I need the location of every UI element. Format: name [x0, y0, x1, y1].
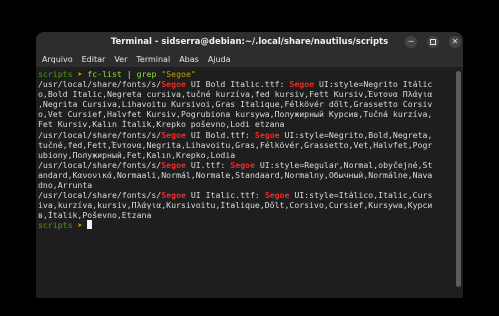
- menu-ver[interactable]: Ver: [111, 52, 133, 67]
- grep-match: Segoe: [161, 190, 186, 201]
- prompt-arrow-icon: ➤: [77, 220, 83, 231]
- grep-match: Segoe: [161, 129, 186, 140]
- grep-match: Segoe: [254, 129, 280, 140]
- output-text: o,Bold Italic,Negreta cursiva,tučné kurz…: [38, 89, 433, 100]
- output-line: ,Negrita Cursiva,Lihavoitu Kursivoi,Gras…: [38, 99, 451, 109]
- output-line: iva,kurzíva,kursiv,Πλάγια,Kursivoitu,Ita…: [38, 200, 451, 210]
- output-line: dno,Arrunta: [38, 180, 451, 190]
- grep-match: Segoe: [161, 159, 186, 170]
- output-line: o,Bold Italic,Negreta cursiva,tučné kurz…: [38, 89, 451, 99]
- output-text: tučné,fed,Fett,Έντονα,Negrita,Lihavoitu,…: [38, 139, 433, 150]
- output-text: в,İtalik,Poševno,Etzana: [38, 210, 152, 221]
- output-text: UI Bold Italic.ttf:: [185, 79, 290, 90]
- grep-match: Segoe: [289, 79, 315, 90]
- text-cursor: [87, 220, 93, 230]
- scrollbar[interactable]: [456, 71, 461, 287]
- output-line: /usr/local/share/fonts/s/Segoe UI Bold I…: [38, 79, 451, 89]
- maximize-button[interactable]: [427, 36, 439, 48]
- menu-arquivo[interactable]: Arquivo: [39, 52, 79, 67]
- output-line: /usr/local/share/fonts/s/Segoe UI Bold.t…: [38, 130, 451, 140]
- menu-abas[interactable]: Abas: [176, 52, 205, 67]
- output-text: /usr/local/share/fonts/s/: [38, 79, 162, 90]
- close-button[interactable]: ✕: [449, 36, 461, 48]
- command-pipe: |: [126, 69, 132, 79]
- grep-match: Segoe: [161, 79, 186, 90]
- output-text: UI:style=Negrito,Bold,Negreta,: [279, 129, 433, 140]
- prompt-directory: scripts: [38, 220, 73, 231]
- grep-match: Segoe: [264, 190, 290, 201]
- output-line: tučné,fed,Fett,Έντονα,Negrita,Lihavoitu,…: [38, 140, 451, 150]
- output-line: в,İtalik,Poševno,Etzana: [38, 210, 451, 220]
- maximize-icon: [430, 39, 436, 45]
- command-grep: grep: [136, 69, 157, 79]
- title-bar[interactable]: Terminal - sidserra@debian:~/.local/shar…: [36, 32, 463, 52]
- output-text: Fet Kursiv,Kalın İtalik,Krepko poševno,L…: [38, 119, 285, 130]
- output-text: UI:style=Negrito Itálic: [314, 79, 433, 90]
- close-icon: ✕: [451, 37, 459, 46]
- output-text: UI Bold.ttf:: [185, 129, 255, 140]
- terminal-window: Terminal - sidserra@debian:~/.local/shar…: [36, 32, 463, 298]
- menu-terminal[interactable]: Terminal: [133, 52, 176, 67]
- output-line: o,Vet Cursief,Halvfet Kursiv,Pogrubiona …: [38, 109, 451, 119]
- scrollbar-thumb[interactable]: [456, 71, 461, 287]
- window-title: Terminal - sidserra@debian:~/.local/shar…: [110, 37, 389, 47]
- output-line: andard,Κανονικά,Normaali,Normál,Normale,…: [38, 170, 451, 180]
- menu-editar[interactable]: Editar: [79, 52, 112, 67]
- output-text: andard,Κανονικά,Normaali,Normál,Normale,…: [38, 169, 433, 180]
- command-fc-list: fc-list: [87, 69, 122, 79]
- output-text: /usr/local/share/fonts/s/: [38, 159, 162, 170]
- output-text: iva,kurzíva,kursiv,Πλάγια,Kursivoitu,Ita…: [38, 200, 433, 211]
- output-text: UI:style=Itálico,Italic,Curs: [289, 190, 433, 201]
- output-text: ,Negrita Cursiva,Lihavoitu Kursivoi,Gras…: [38, 99, 433, 110]
- output-line: /usr/local/share/fonts/s/Segoe UI Italic…: [38, 190, 451, 200]
- output-text: UI:style=Regular,Normal,obyčejné,St: [254, 159, 433, 170]
- terminal-output[interactable]: scripts ➤ fc-list | grep "Segoe" /usr/lo…: [36, 67, 463, 298]
- output-text: dno,Arrunta: [38, 180, 93, 191]
- output-text: ubiony,Полужирный,Fet,Kalın,Krepko,Lodia: [38, 149, 236, 160]
- minimize-button[interactable]: ─: [405, 36, 417, 48]
- output-text: /usr/local/share/fonts/s/: [38, 129, 162, 140]
- command-line: scripts ➤ fc-list | grep "Segoe": [38, 69, 451, 79]
- output-text: /usr/local/share/fonts/s/: [38, 190, 162, 201]
- command-argument: "Segoe": [161, 69, 196, 79]
- prompt-arrow-icon: ➤: [77, 69, 83, 79]
- output-text: UI.ttf:: [185, 159, 231, 170]
- grep-match: Segoe: [230, 159, 255, 170]
- output-text: o,Vet Cursief,Halvfet Kursiv,Pogrubiona …: [38, 109, 433, 120]
- output-block: /usr/local/share/fonts/s/Segoe UI Bold I…: [38, 79, 451, 220]
- output-text: UI Italic.ttf:: [185, 190, 265, 201]
- prompt-directory: scripts: [38, 69, 73, 79]
- output-line: Fet Kursiv,Kalın İtalik,Krepko poševno,L…: [38, 119, 451, 129]
- output-line: ubiony,Полужирный,Fet,Kalın,Krepko,Lodia: [38, 150, 451, 160]
- menu-ajuda[interactable]: Ajuda: [205, 52, 237, 67]
- output-line: /usr/local/share/fonts/s/Segoe UI.ttf: S…: [38, 160, 451, 170]
- active-prompt-line: scripts ➤: [38, 220, 451, 230]
- minimize-icon: ─: [408, 37, 414, 46]
- menu-bar: Arquivo Editar Ver Terminal Abas Ajuda: [36, 52, 463, 67]
